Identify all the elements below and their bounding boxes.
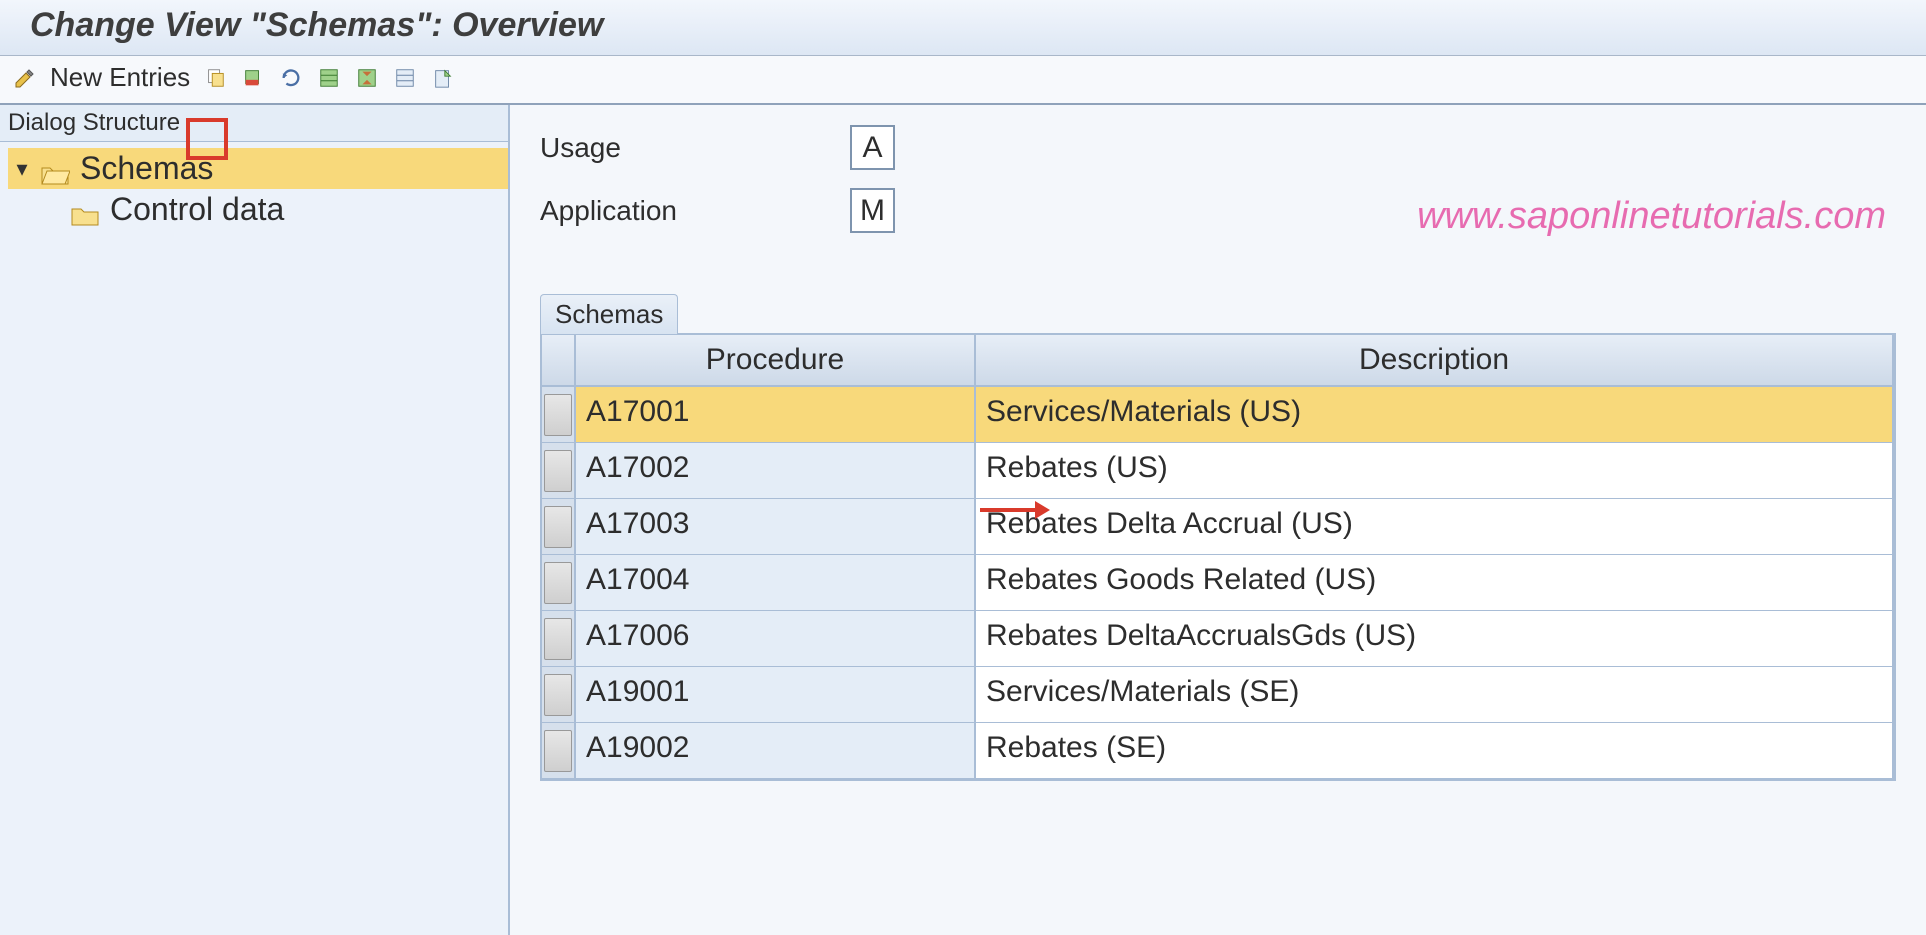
copy-icon[interactable] [202, 65, 228, 91]
description-cell[interactable]: Rebates DeltaAccrualsGds (US) [976, 611, 1894, 667]
selection-header[interactable] [542, 335, 576, 387]
tree-node-label: Schemas [80, 150, 213, 187]
description-cell[interactable]: Services/Materials (SE) [976, 667, 1894, 723]
tree-node-control-data[interactable]: Control data [8, 189, 508, 230]
selection-column [542, 335, 576, 779]
dialog-structure-panel: Dialog Structure ▾ Schemas Control data [0, 105, 510, 935]
procedure-cell[interactable]: A17006 [576, 611, 976, 667]
description-header[interactable]: Description [976, 335, 1894, 387]
new-entries-label[interactable]: New Entries [50, 62, 190, 93]
row-selector[interactable] [542, 443, 576, 499]
deselect-icon[interactable] [392, 65, 418, 91]
tree-node-schemas[interactable]: ▾ Schemas [8, 148, 508, 189]
description-cell[interactable]: Rebates Goods Related (US) [976, 555, 1894, 611]
procedure-cell[interactable]: A17003 [576, 499, 976, 555]
procedure-cell[interactable]: A17004 [576, 555, 976, 611]
row-selector[interactable] [542, 667, 576, 723]
procedure-cell[interactable]: A17002 [576, 443, 976, 499]
description-column: Description Services/Materials (US)Rebat… [976, 335, 1894, 779]
pencil-icon[interactable] [12, 65, 38, 91]
procedure-cell[interactable]: A17001 [576, 387, 976, 443]
procedure-cell[interactable]: A19001 [576, 667, 976, 723]
row-selector[interactable] [542, 499, 576, 555]
procedure-column: Procedure A17001A17002A17003A17004A17006… [576, 335, 976, 779]
folder-icon [70, 198, 100, 222]
folder-open-icon [40, 157, 70, 181]
delete-icon[interactable] [240, 65, 266, 91]
page-title: Change View "Schemas": Overview [0, 0, 1926, 56]
schemas-panel-title: Schemas [540, 294, 678, 334]
schemas-table: Procedure A17001A17002A17003A17004A17006… [540, 333, 1896, 781]
procedure-header[interactable]: Procedure [576, 335, 976, 387]
description-cell[interactable]: Rebates (SE) [976, 723, 1894, 779]
grid-icon[interactable] [316, 65, 342, 91]
watermark-text: www.saponlinetutorials.com [1417, 195, 1886, 238]
toolbar: New Entries [0, 56, 1926, 105]
usage-label: Usage [540, 132, 850, 164]
description-cell[interactable]: Services/Materials (US) [976, 387, 1894, 443]
description-cell[interactable]: Rebates Delta Accrual (US) [976, 499, 1894, 555]
procedure-cell[interactable]: A19002 [576, 723, 976, 779]
export-icon[interactable] [430, 65, 456, 91]
description-cell[interactable]: Rebates (US) [976, 443, 1894, 499]
caret-down-icon[interactable]: ▾ [14, 156, 30, 182]
row-selector[interactable] [542, 387, 576, 443]
tree-node-label: Control data [110, 191, 284, 228]
main-panel: Usage A Application M www.saponlinetutor… [510, 105, 1926, 935]
application-label: Application [540, 195, 850, 227]
row-selector[interactable] [542, 555, 576, 611]
select-all-icon[interactable] [354, 65, 380, 91]
application-input[interactable]: M [850, 188, 895, 233]
dialog-structure-header: Dialog Structure [0, 105, 508, 142]
row-selector[interactable] [542, 611, 576, 667]
row-selector[interactable] [542, 723, 576, 779]
usage-input[interactable]: A [850, 125, 895, 170]
undo-icon[interactable] [278, 65, 304, 91]
